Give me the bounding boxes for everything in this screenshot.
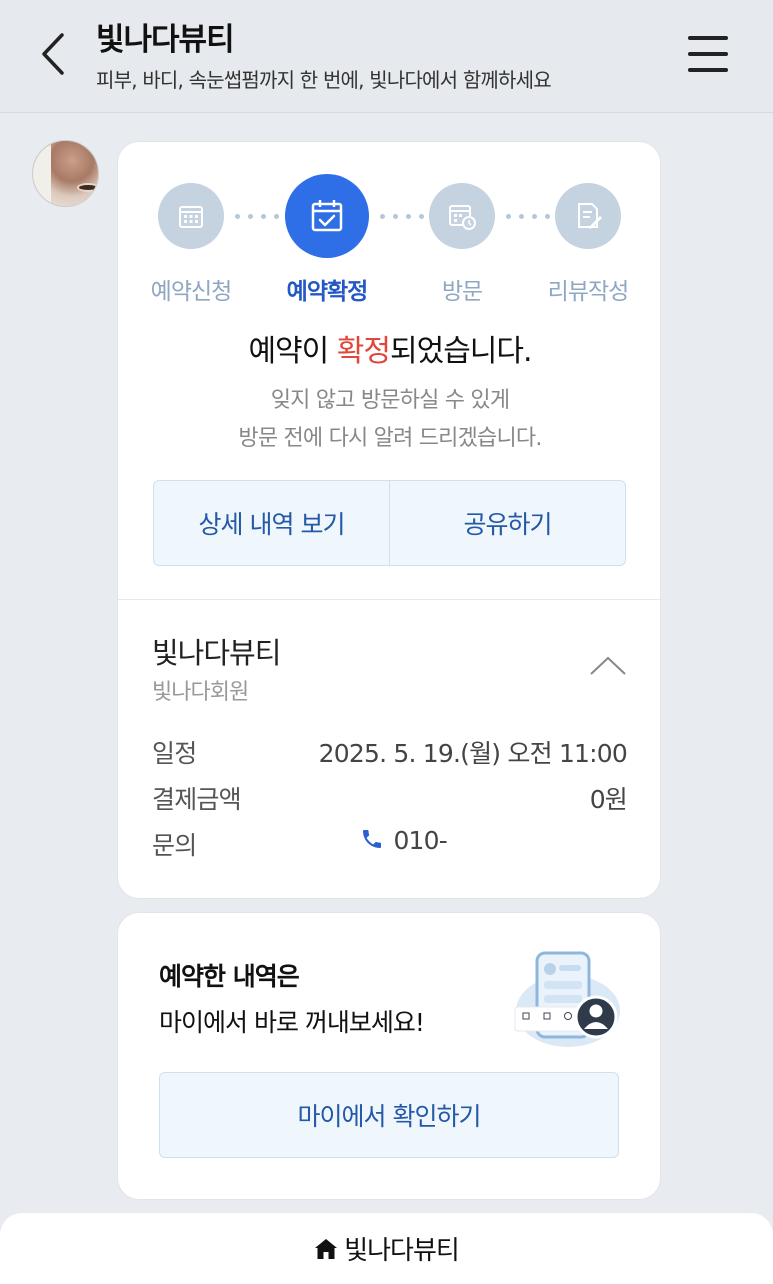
hamburger-line (688, 52, 728, 56)
shop-subtitle: 빛나다회원 (152, 680, 249, 705)
inquiry-phone[interactable]: 010- (359, 826, 448, 855)
step-request-circle (158, 183, 224, 249)
confirmation-message: 잊지 않고 방문하실 수 있게 방문 전에 다시 알려 드리겠습니다. (118, 382, 662, 458)
shop-name: 빛나다뷰티 (152, 636, 281, 670)
step-label-request: 예약신청 (150, 279, 233, 305)
bottom-shop-bar[interactable]: 빛나다뷰티 (0, 1213, 773, 1284)
action-buttons: 상세 내역 보기 공유하기 (153, 480, 626, 566)
confirmation-message-line: 잊지 않고 방문하실 수 있게 (270, 388, 510, 413)
inquiry-row: 문의 010- (152, 826, 627, 866)
avatar-strip (33, 141, 51, 206)
payment-value: 0원 (589, 785, 628, 814)
share-button[interactable]: 공유하기 (390, 481, 625, 565)
booking-steps: 예약신청 예약확정 방문 리뷰작성 (118, 174, 662, 305)
promo-heading: 예약한 내역은 (159, 962, 300, 991)
chevron-left-icon (42, 33, 64, 75)
view-details-button[interactable]: 상세 내역 보기 (154, 481, 389, 565)
confirmation-title-end: 되었습니다. (390, 334, 533, 369)
promo-text: 마이에서 바로 꺼내보세요! (159, 1008, 425, 1037)
calendar-clock-icon (449, 205, 476, 230)
confirmation-title-start: 예약이 (248, 334, 337, 369)
step-label-visit: 방문 (441, 279, 483, 305)
home-icon (315, 1238, 338, 1259)
schedule-label: 일정 (152, 739, 197, 768)
avatar-eye (77, 183, 98, 192)
step-connector (235, 214, 279, 219)
calendar-icon (179, 206, 203, 228)
step-visit-circle (429, 183, 495, 249)
inquiry-label: 문의 (152, 831, 197, 860)
bottom-bar-label: 빛나다뷰티 (344, 1236, 460, 1266)
section-divider (118, 599, 662, 600)
step-label-review: 리뷰작성 (547, 279, 630, 305)
booking-card: 예약신청 예약확정 방문 리뷰작성 예약이 확정되었습니다. 잊지 않고 방문하… (117, 141, 662, 899)
step-confirmed-circle (285, 174, 369, 258)
check-in-my-button[interactable]: 마이에서 확인하기 (159, 1072, 619, 1158)
chevron-up-icon[interactable] (588, 650, 628, 680)
schedule-row: 일정 2025. 5. 19.(월) 오전 11:00 (152, 734, 628, 774)
step-connector (380, 214, 424, 219)
hamburger-line (688, 68, 728, 72)
edit-note-icon (578, 203, 602, 229)
header-bar: 빛나다뷰티 피부, 바디, 속눈썹펌까지 한 번에, 빛나다에서 함께하세요 (0, 0, 773, 113)
schedule-value: 2025. 5. 19.(월) 오전 11:00 (318, 739, 628, 768)
step-label-confirmed: 예약확정 (286, 279, 369, 305)
phone-icon (363, 830, 382, 848)
page-title: 빛나다뷰티 (96, 22, 235, 58)
confirmation-title-highlight: 확정 (336, 334, 391, 369)
menu-button[interactable] (682, 30, 734, 78)
shop-avatar (32, 140, 99, 207)
back-button[interactable] (30, 28, 76, 80)
payment-row: 결제금액 0원 (152, 780, 628, 820)
inquiry-value: 010- (393, 826, 447, 855)
my-page-promo-card: 예약한 내역은 마이에서 바로 꺼내보세요! 마이에서 확인하기 (117, 912, 661, 1200)
confirmation-message-line: 방문 전에 다시 알려 드리겠습니다. (238, 426, 542, 451)
payment-label: 결제금액 (152, 785, 242, 814)
page-subtitle: 피부, 바디, 속눈썹펌까지 한 번에, 빛나다에서 함께하세요 (96, 68, 552, 92)
phone-profile-illustration (514, 951, 620, 1047)
confirmation-title: 예약이 확정되었습니다. (118, 326, 662, 370)
step-review-circle (555, 183, 621, 249)
step-connector (506, 214, 550, 219)
hamburger-line (688, 36, 728, 40)
calendar-check-icon (311, 200, 343, 232)
